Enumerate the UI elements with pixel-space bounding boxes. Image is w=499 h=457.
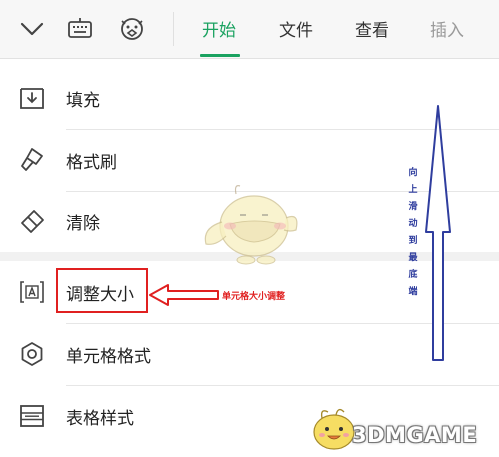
- table-style-icon: [18, 402, 46, 430]
- fill-icon: [18, 84, 46, 112]
- mascot-face-icon[interactable]: [118, 15, 146, 43]
- toolbar-separator: [173, 12, 174, 46]
- menu-item-label: 清除: [66, 214, 100, 234]
- menu-item-label: 格式刷: [66, 153, 117, 173]
- tab-file[interactable]: 文件: [279, 16, 313, 41]
- gear-icon: [18, 340, 46, 368]
- tab-insert[interactable]: 插入: [430, 16, 464, 41]
- up-arrow-annotation: [425, 105, 451, 361]
- menu-item-label: 表格样式: [66, 409, 134, 429]
- toolbar: 开始 文件 查看 插入: [0, 0, 499, 59]
- resize-highlight-box: [56, 268, 148, 313]
- left-arrow-annotation: [149, 284, 219, 306]
- scroll-annotation-text: 向 上 滑 动 到 最 底 端: [408, 168, 418, 297]
- format-brush-icon: [18, 146, 46, 174]
- eraser-icon: [18, 207, 46, 235]
- resize-annotation-text: 单元格大小调整: [222, 292, 286, 302]
- watermark-text: 3DMGAME: [352, 423, 478, 447]
- resize-icon: [18, 278, 46, 306]
- mascot-watermark: [204, 185, 298, 265]
- tab-start[interactable]: 开始: [202, 16, 236, 41]
- chevron-down-icon[interactable]: [18, 15, 46, 43]
- menu-item-label: 填充: [66, 91, 100, 111]
- active-tab-indicator: [200, 54, 240, 57]
- keyboard-icon[interactable]: [66, 15, 94, 43]
- tab-view[interactable]: 查看: [355, 16, 389, 41]
- menu-item-label: 单元格格式: [66, 347, 151, 367]
